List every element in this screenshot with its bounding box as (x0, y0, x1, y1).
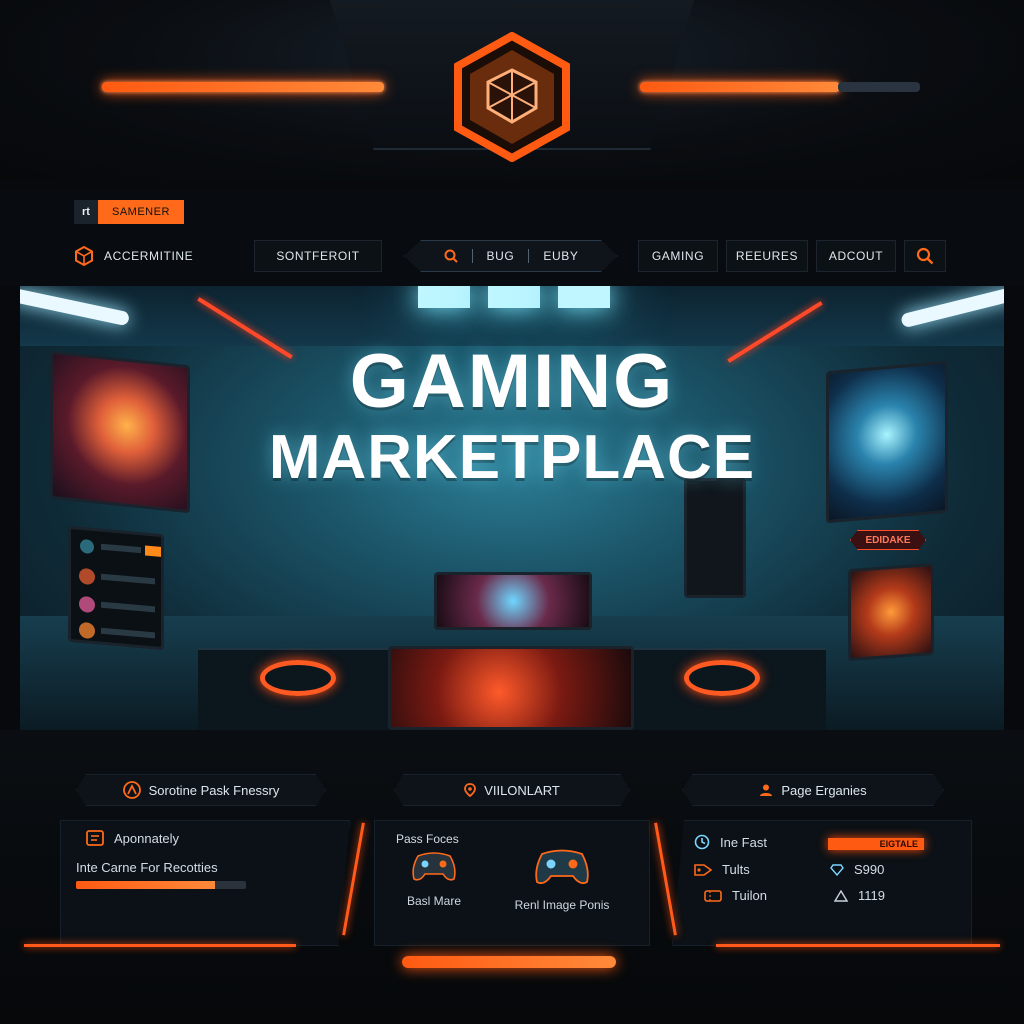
panel-left-caption-text: Inte Carne For Recotties (76, 860, 218, 875)
gamepad-icon (412, 852, 456, 881)
cube-logo-icon[interactable] (452, 32, 572, 162)
brand-tag-icon: rt (74, 200, 98, 224)
panel-right-row-2-value: S990 (830, 862, 884, 877)
panel-right-row-3-value: 1119 (834, 888, 885, 903)
panel-heading-center[interactable]: VIILONLART (394, 774, 630, 806)
panel-left-progress-fill (76, 881, 216, 889)
nav-search-icon-seg[interactable] (430, 241, 472, 271)
gamepad-card-1-label: Basl Mare (406, 894, 462, 908)
cube-icon (75, 246, 93, 266)
panel-heading-left[interactable]: Sorotine Pask Fnessry (76, 774, 326, 806)
panel-base-glow (24, 944, 296, 947)
hero-banner: EDIDAKE GAMING MARKETPLACE (20, 286, 1004, 730)
center-glow-pill (402, 956, 616, 968)
nav-account[interactable]: ADCOUT (816, 240, 896, 272)
ticket-icon (704, 889, 722, 902)
gamepad-card-2[interactable]: Renl Image Ponis (502, 844, 622, 912)
brand-tag[interactable]: rt SAMENER (74, 200, 184, 224)
user-icon (760, 784, 773, 796)
hero-badge[interactable]: EDIDAKE (850, 530, 926, 550)
game-list-screen[interactable] (68, 525, 164, 651)
panel-right-row-2-label: Tults (722, 862, 750, 877)
panel-right-row-1-label: Ine Fast (720, 834, 767, 850)
nav-features[interactable]: REEURES (726, 240, 808, 272)
nav-search-group[interactable]: BUG EUBY (404, 240, 618, 272)
panel-heading-center-label: VIILONLART (484, 782, 560, 798)
gamepad-icon (535, 849, 589, 885)
nav-search-item-1[interactable]: BUG (473, 241, 529, 271)
panel-edge-glow (654, 822, 677, 936)
panel-right-row-2[interactable]: Tults (694, 862, 750, 877)
gamepad-card-1[interactable]: Basl Mare (394, 848, 474, 908)
panel-center-section-title: Pass Foces (396, 832, 459, 846)
hero-title-line-1: GAMING (349, 339, 675, 424)
panel-right-row-2-value-text: S990 (854, 862, 885, 877)
nav-gaming[interactable]: GAMING (638, 240, 718, 272)
panel-left-item[interactable]: Aponnately (86, 830, 179, 846)
panel-heading-left-label: Sorotine Pask Fnessry (148, 782, 280, 798)
ceiling-light (418, 286, 470, 308)
bottom-panels: Sorotine Pask Fnessry VIILONLART Page Er… (0, 730, 1024, 1024)
nav-search-item-2[interactable]: EUBY (529, 241, 592, 271)
warning-triangle-icon (834, 889, 848, 902)
featured-game-screen[interactable] (434, 572, 592, 630)
gamepad-card-2-label: Renl Image Ponis (514, 898, 610, 912)
header-bar-right-dim (838, 82, 920, 92)
panel-right-tag: EIGTALE (828, 838, 924, 850)
panel-right-row-3[interactable]: Tuilon (704, 888, 767, 903)
panel-right-row-1[interactable]: Ine Fast (694, 834, 767, 850)
panel-base-glow (716, 944, 1000, 947)
panel-left-progress-bar (76, 881, 246, 889)
document-icon (86, 830, 104, 846)
panel-center-section-title-text: Pass Foces (396, 832, 459, 846)
header-glow-bar-left (102, 82, 384, 92)
panel-right-row-3-label: Tuilon (732, 888, 767, 903)
diamond-icon (830, 863, 844, 876)
neon-ring-left (260, 660, 336, 696)
top-navbar: rt SAMENER ACCERMITINE SONTFEROIT BUG EU… (0, 190, 1024, 286)
panel-left-item-label: Aponnately (114, 830, 180, 846)
game-art-screen[interactable] (848, 562, 934, 662)
nav-brand-label: ACCERMITINE (104, 249, 194, 263)
nav-store[interactable]: SONTFEROIT (254, 240, 382, 272)
game-list-screen[interactable] (684, 478, 746, 598)
top-chrome (0, 0, 1024, 180)
featured-game-tablet[interactable] (388, 646, 634, 730)
panel-right-row-3-value-text: 1119 (858, 888, 885, 903)
header-glow-bar-right (640, 82, 840, 92)
search-icon (916, 247, 934, 265)
search-icon (444, 249, 458, 263)
neon-ring-right (684, 660, 760, 696)
ceiling-light (558, 286, 610, 308)
clock-icon (694, 834, 710, 850)
panel-heading-right-label: Page Erganies (781, 782, 867, 798)
list-graphic (79, 539, 161, 639)
location-pin-icon (464, 783, 477, 797)
brand-tag-label: SAMENER (98, 200, 184, 224)
hero-title-line-2: MARKETPLACE (268, 423, 756, 492)
alert-triangle-icon (122, 781, 141, 799)
ceiling-light (488, 286, 540, 308)
panel-left-caption: Inte Carne For Recotties (76, 860, 218, 875)
panel-heading-right[interactable]: Page Erganies (682, 774, 944, 806)
nav-brand[interactable]: ACCERMITINE (74, 240, 214, 272)
tag-icon (694, 863, 712, 876)
search-button[interactable] (904, 240, 946, 272)
